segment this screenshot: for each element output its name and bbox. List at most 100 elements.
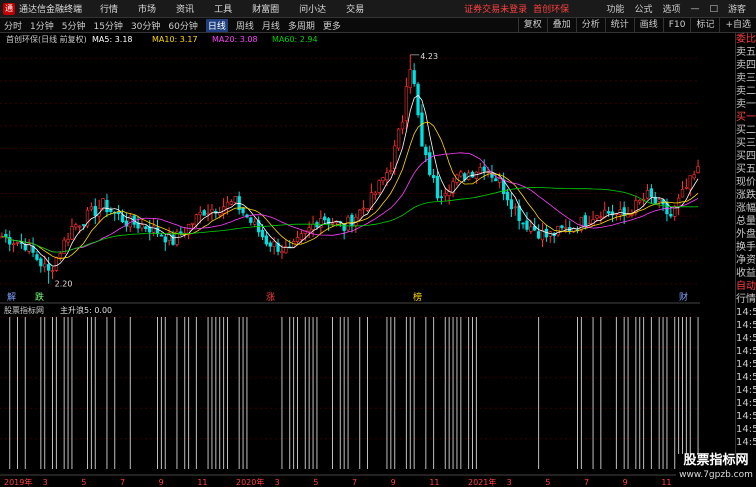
low-annotation: 2.20 xyxy=(55,280,73,289)
menu-hangqing[interactable]: 行情 xyxy=(100,2,118,15)
side-label-7: 买二 xyxy=(736,125,756,136)
side-label-9: 买四 xyxy=(736,151,756,162)
candle-body-54 xyxy=(210,208,214,213)
candle-body-169 xyxy=(657,199,661,202)
candle-body-83 xyxy=(323,216,327,221)
side-label-16: 换手 xyxy=(736,242,756,253)
candle-body-134 xyxy=(521,222,525,225)
candle-body-31 xyxy=(120,214,125,223)
candle-body-176 xyxy=(684,186,689,189)
tab-fenshi[interactable]: 分时 xyxy=(4,19,22,32)
menu-zixun[interactable]: 资讯 xyxy=(176,2,194,15)
maximize-icon[interactable]: □ xyxy=(709,4,718,14)
candle-body-110 xyxy=(428,152,432,175)
menu-jiaoyi[interactable]: 交易 xyxy=(346,2,364,15)
candle-body-135 xyxy=(525,220,529,230)
candle-body-85 xyxy=(330,222,335,225)
candle-body-17 xyxy=(66,239,70,243)
date-tick-11: 11 xyxy=(429,478,439,487)
add-watchlist-button[interactable]: +自选 xyxy=(719,18,756,32)
candle-body-13 xyxy=(50,270,55,272)
tab-1min[interactable]: 1分钟 xyxy=(30,19,54,32)
candle-body-113 xyxy=(439,196,444,198)
candle-body-94 xyxy=(365,208,370,211)
side-label-6: 买一 xyxy=(736,112,756,123)
candle-body-108 xyxy=(420,112,424,147)
side-label-25: 14:5 xyxy=(736,359,756,370)
candle-body-39 xyxy=(151,225,156,233)
event-marker-2: 涨 xyxy=(266,292,275,303)
candle-body-26 xyxy=(101,198,105,210)
side-label-23: 14:5 xyxy=(736,333,756,344)
candle-body-100 xyxy=(389,170,393,172)
minimize-icon[interactable]: — xyxy=(690,4,699,14)
side-label-24: 14:5 xyxy=(736,346,756,357)
menu-gongshi[interactable]: 公式 xyxy=(634,2,652,15)
huaxian-button[interactable]: 画线 xyxy=(633,18,663,32)
candle-body-96 xyxy=(373,192,377,195)
date-tick-4: 9 xyxy=(159,478,164,487)
f10-button[interactable]: F10 xyxy=(662,18,691,32)
tab-30min[interactable]: 30分钟 xyxy=(131,19,160,32)
date-tick-5: 11 xyxy=(197,478,207,487)
candle-body-175 xyxy=(680,189,685,198)
menu-caifuquan[interactable]: 财富圈 xyxy=(252,2,279,15)
ma-legend-item-1: MA10: 3.17 xyxy=(152,35,198,44)
tab-weekly[interactable]: 周线 xyxy=(236,19,254,32)
candle-body-104 xyxy=(404,86,409,122)
biaoji-button[interactable]: 标记 xyxy=(690,18,719,32)
candle-body-122 xyxy=(474,171,479,179)
side-label-18: 收益 xyxy=(736,268,756,279)
side-label-13: 涨幅 xyxy=(736,203,756,214)
tab-daily[interactable]: 日线 xyxy=(205,18,228,32)
candle-body-12 xyxy=(46,264,51,271)
indicator-formula: 主升浪5: 0.00 xyxy=(60,305,112,315)
tab-monthly[interactable]: 月线 xyxy=(262,19,280,32)
candle-body-64 xyxy=(249,217,253,223)
app-logo-icon: 通 xyxy=(3,2,15,15)
side-label-12: 涨跌 xyxy=(736,190,756,201)
candle-body-24 xyxy=(93,206,97,216)
side-label-11: 现价 xyxy=(736,177,756,188)
tab-5min[interactable]: 5分钟 xyxy=(62,19,86,32)
candle-body-69 xyxy=(268,242,272,247)
menu-wenxiaoda[interactable]: 问小达 xyxy=(299,2,326,15)
fuquan-button[interactable]: 复权 xyxy=(517,18,547,32)
fenxi-button[interactable]: 分析 xyxy=(575,18,605,32)
candle-body-70 xyxy=(272,241,276,247)
candle-body-114 xyxy=(443,193,447,197)
tongji-button[interactable]: 统计 xyxy=(604,18,634,32)
candle-body-14 xyxy=(54,257,59,271)
side-label-17: 净资 xyxy=(736,255,756,266)
candle-body-109 xyxy=(424,146,428,156)
event-marker-4: 财 xyxy=(679,291,688,303)
menu-gongneng[interactable]: 功能 xyxy=(606,2,624,15)
side-label-15: 外盘 xyxy=(736,229,756,240)
candle-body-58 xyxy=(225,201,230,209)
diejia-button[interactable]: 叠加 xyxy=(546,18,576,32)
candle-body-27 xyxy=(105,200,109,213)
menu-gongju[interactable]: 工具 xyxy=(214,2,232,15)
side-label-29: 14:5 xyxy=(736,411,756,422)
tab-60min[interactable]: 60分钟 xyxy=(168,19,197,32)
side-label-10: 买五 xyxy=(736,164,756,175)
side-label-21: 14:5 xyxy=(736,307,756,318)
candle-body-166 xyxy=(645,190,650,199)
candle-body-37 xyxy=(144,226,148,230)
menu-shichang[interactable]: 市场 xyxy=(138,2,156,15)
candle-body-20 xyxy=(78,225,82,228)
tab-15min[interactable]: 15分钟 xyxy=(93,19,122,32)
guest-label[interactable]: 游客 xyxy=(728,2,746,15)
date-tick-0: 2019年 xyxy=(4,477,32,487)
kline-chart[interactable]: 4.204.003.803.603.403.203.002.802.602.40… xyxy=(0,33,700,487)
tab-multi-period[interactable]: 多周期 xyxy=(288,19,315,32)
candle-body-99 xyxy=(385,172,389,181)
event-marker-0: 解 xyxy=(7,291,16,303)
side-label-8: 买三 xyxy=(736,138,756,149)
side-label-0: 委比 xyxy=(736,34,756,45)
login-warning[interactable]: 证券交易未登录 xyxy=(464,2,527,15)
menu-xuanxiang[interactable]: 选项 xyxy=(662,2,680,15)
candle-body-149 xyxy=(579,217,584,231)
tab-more[interactable]: 更多 xyxy=(323,19,341,32)
side-label-26: 14:5 xyxy=(736,372,756,383)
